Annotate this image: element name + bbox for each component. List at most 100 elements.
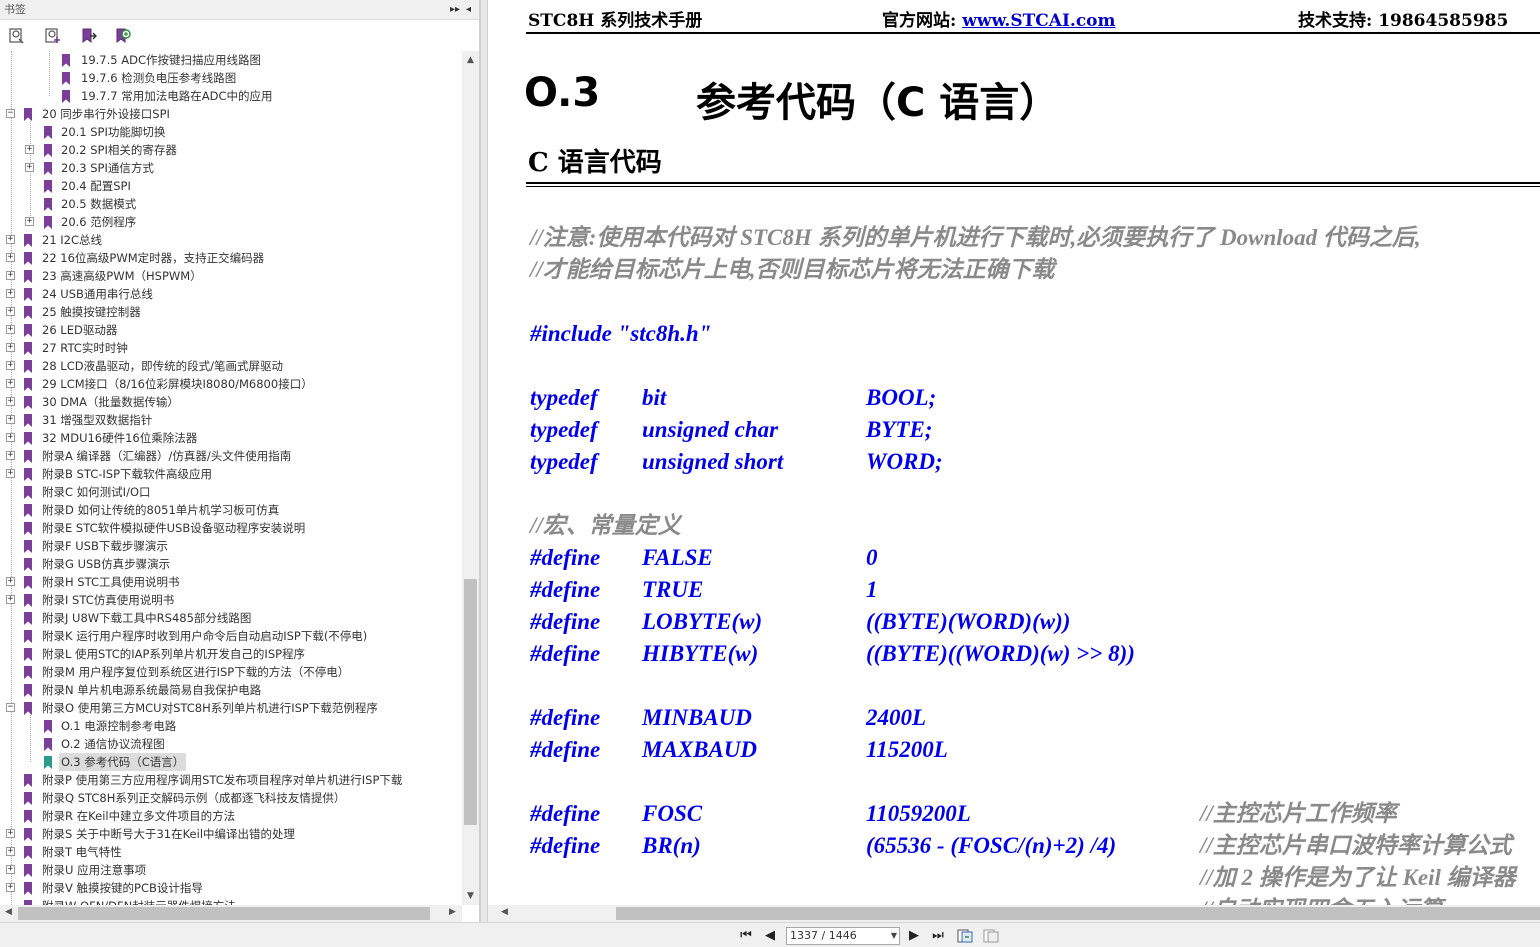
expand-node-icon[interactable]: +: [6, 451, 15, 460]
bookmark-item[interactable]: +31 增强型双数据指针: [0, 411, 462, 429]
bookmark-item[interactable]: 附录Q STC8H系列正交解码示例（成都逐飞科技友情提供）: [0, 789, 462, 807]
expand-node-icon[interactable]: +: [6, 847, 15, 856]
bookmark-item[interactable]: + 附录S 关于中断号大于31在Keil中编译出错的处理: [0, 825, 462, 843]
bookmark-item[interactable]: 19.7.5 ADC作按键扫描应用线路图: [0, 51, 462, 69]
bookmark-item[interactable]: +28 LCD液晶驱动，即传统的段式/笔画式屏驱动: [0, 357, 462, 375]
expand-node-icon[interactable]: +: [25, 163, 34, 172]
bookmark-item[interactable]: +23 高速高级PWM（HSPWM）: [0, 267, 462, 285]
scroll-down-icon[interactable]: ▼: [462, 891, 479, 901]
scroll-up-icon[interactable]: ▲: [462, 55, 479, 65]
scroll-left-icon[interactable]: ◀: [0, 907, 17, 917]
bookmark-item[interactable]: +20.6 范例程序: [0, 213, 462, 231]
bookmark-item[interactable]: 附录N 单片机电源系统最简易自我保护电路: [0, 681, 462, 699]
expand-node-icon[interactable]: +: [6, 865, 15, 874]
bookmark-item[interactable]: − 附录O 使用第三方MCU对STC8H系列单片机进行ISP下载范例程序: [0, 699, 462, 717]
chevron-down-icon[interactable]: ▼: [891, 928, 897, 944]
bookmark-item[interactable]: +24 USB通用串行总线: [0, 285, 462, 303]
website-link[interactable]: www.STCAI.com: [962, 11, 1115, 31]
bookmark-item[interactable]: 20.1 SPI功能脚切换: [0, 123, 462, 141]
bookmark-item[interactable]: + 附录H STC工具使用说明书: [0, 573, 462, 591]
panel-options-icon[interactable]: ▸▸: [450, 0, 460, 20]
bookmark-vertical-scrollbar[interactable]: ▲ ▼: [462, 51, 479, 905]
bookmark-item[interactable]: O.2 通信协议流程图: [0, 735, 462, 753]
scrollbar-thumb[interactable]: [464, 579, 477, 825]
bookmark-item[interactable]: +25 触摸按键控制器: [0, 303, 462, 321]
bookmark-item[interactable]: + 附录A 编译器（汇编器）/仿真器/头文件使用指南: [0, 447, 462, 465]
expand-node-icon[interactable]: +: [6, 289, 15, 298]
bookmark-horizontal-scrollbar[interactable]: ◀ ▶: [0, 905, 462, 922]
bookmark-item[interactable]: +32 MDU16硬件16位乘除法器: [0, 429, 462, 447]
expand-node-icon[interactable]: +: [6, 577, 15, 586]
bookmark-item[interactable]: 附录L 使用STC的IAP系列单片机开发自己的ISP程序: [0, 645, 462, 663]
bookmark-item[interactable]: 附录G USB仿真步骤演示: [0, 555, 462, 573]
bookmark-item[interactable]: O.1 电源控制参考电路: [0, 717, 462, 735]
expand-node-icon[interactable]: +: [6, 397, 15, 406]
bookmark-item[interactable]: + 附录T 电气特性: [0, 843, 462, 861]
bookmark-item[interactable]: +27 RTC实时时钟: [0, 339, 462, 357]
expand-node-icon[interactable]: +: [6, 271, 15, 280]
bookmark-item[interactable]: 19.7.7 常用加法电路在ADC中的应用: [0, 87, 462, 105]
bookmark-item[interactable]: 附录P 使用第三方应用程序调用STC发布项目程序对单片机进行ISP下载: [0, 771, 462, 789]
bookmark-item[interactable]: +26 LED驱动器: [0, 321, 462, 339]
expand-node-icon[interactable]: +: [6, 469, 15, 478]
previous-view-icon[interactable]: [956, 928, 974, 944]
expand-node-icon[interactable]: +: [6, 235, 15, 244]
bookmark-item[interactable]: 附录R 在Keil中建立多文件项目的方法: [0, 807, 462, 825]
bookmark-item[interactable]: 19.7.6 检测负电压参考线路图: [0, 69, 462, 87]
bookmark-item[interactable]: 20.5 数据模式: [0, 195, 462, 213]
panel-splitter[interactable]: [480, 0, 488, 922]
go-to-bookmark-icon[interactable]: [80, 27, 98, 45]
expand-node-icon[interactable]: +: [6, 325, 15, 334]
bookmark-options-icon[interactable]: [8, 27, 26, 45]
expand-node-icon[interactable]: +: [6, 361, 15, 370]
collapse-node-icon[interactable]: −: [6, 109, 15, 118]
expand-node-icon[interactable]: +: [6, 829, 15, 838]
expand-node-icon[interactable]: +: [6, 379, 15, 388]
bookmark-item[interactable]: +20.2 SPI相关的寄存器: [0, 141, 462, 159]
bookmark-item[interactable]: + 附录I STC仿真使用说明书: [0, 591, 462, 609]
document-horizontal-scrollbar[interactable]: ◀: [488, 905, 1540, 922]
bookmark-item[interactable]: 20.4 配置SPI: [0, 177, 462, 195]
expand-node-icon[interactable]: +: [6, 433, 15, 442]
bookmark-item[interactable]: 附录W QFN/DFN封装元器件焊接方法: [0, 897, 462, 905]
first-page-button[interactable]: ⏮: [738, 927, 754, 945]
scroll-left-icon[interactable]: ◀: [496, 907, 513, 917]
scroll-right-icon[interactable]: ▶: [444, 907, 461, 917]
expand-node-icon[interactable]: +: [6, 883, 15, 892]
add-bookmark-icon[interactable]: [44, 27, 62, 45]
page-number-input[interactable]: 1337 / 1446 ▼: [786, 927, 900, 945]
expand-node-icon[interactable]: +: [25, 217, 34, 226]
bookmark-item[interactable]: − 20 同步串行外设接口SPI: [0, 105, 462, 123]
scrollbar-thumb[interactable]: [18, 907, 430, 920]
expand-node-icon[interactable]: +: [6, 253, 15, 262]
bookmark-item[interactable]: 附录M 用户程序复位到系统区进行ISP下载的方法（不停电）: [0, 663, 462, 681]
expand-node-icon[interactable]: +: [6, 595, 15, 604]
bookmark-item[interactable]: 附录D 如何让传统的8051单片机学习板可仿真: [0, 501, 462, 519]
expand-node-icon[interactable]: +: [6, 415, 15, 424]
expand-node-icon[interactable]: +: [6, 307, 15, 316]
bookmark-item[interactable]: 附录J U8W下载工具中RS485部分线路图: [0, 609, 462, 627]
expand-node-icon[interactable]: +: [25, 145, 34, 154]
bookmark-item[interactable]: + 附录V 触摸按键的PCB设计指导: [0, 879, 462, 897]
bookmark-item[interactable]: 附录E STC软件模拟硬件USB设备驱动程序安装说明: [0, 519, 462, 537]
bookmark-item[interactable]: +20.3 SPI通信方式: [0, 159, 462, 177]
bookmark-item[interactable]: 附录K 运行用户程序时收到用户命令后自动启动ISP下载(不停电): [0, 627, 462, 645]
bookmark-item[interactable]: +22 16位高级PWM定时器，支持正交编码器: [0, 249, 462, 267]
scrollbar-thumb[interactable]: [616, 907, 1540, 920]
collapse-node-icon[interactable]: −: [6, 703, 15, 712]
bookmark-item[interactable]: +29 LCM接口（8/16位彩屏模块I8080/M6800接口）: [0, 375, 462, 393]
bookmark-item[interactable]: 附录C 如何测试I/O口: [0, 483, 462, 501]
last-page-button[interactable]: ⏭: [930, 927, 946, 945]
bookmark-item[interactable]: O.3 参考代码（C语言）: [0, 753, 462, 771]
previous-page-button[interactable]: ◀: [762, 927, 778, 945]
bookmark-item[interactable]: 附录F USB下载步骤演示: [0, 537, 462, 555]
expand-node-icon[interactable]: +: [6, 343, 15, 352]
bookmark-item[interactable]: +21 I2C总线: [0, 231, 462, 249]
expand-bookmark-icon[interactable]: [114, 27, 132, 45]
bookmark-item[interactable]: + 附录U 应用注意事项: [0, 861, 462, 879]
next-view-icon[interactable]: [982, 928, 1000, 944]
collapse-panel-icon[interactable]: ◂: [466, 0, 471, 20]
bookmark-item[interactable]: +30 DMA（批量数据传输）: [0, 393, 462, 411]
next-page-button[interactable]: ▶: [906, 927, 922, 945]
bookmark-item[interactable]: + 附录B STC-ISP下载软件高级应用: [0, 465, 462, 483]
